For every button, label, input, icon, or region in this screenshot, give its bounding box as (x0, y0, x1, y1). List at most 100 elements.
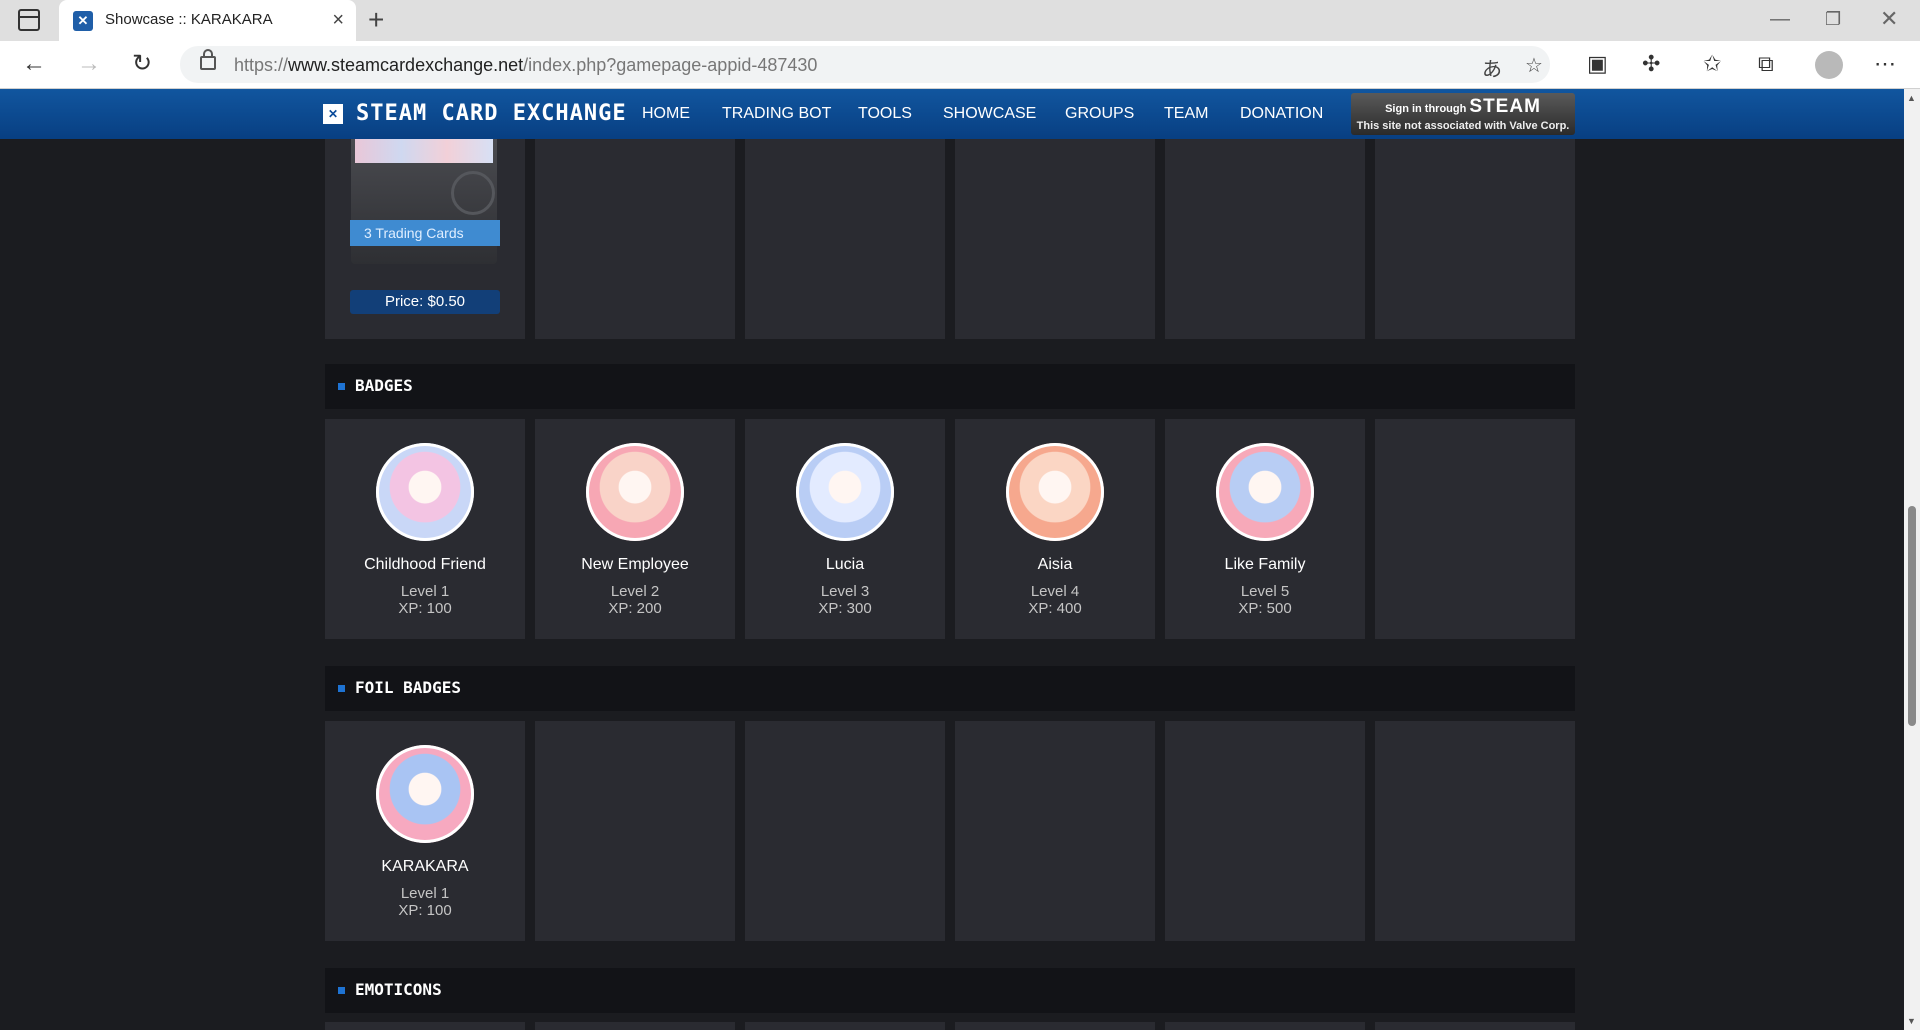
badge-level: Level 1 (400, 885, 450, 902)
restore-icon[interactable]: ❐ (1825, 6, 1841, 32)
badge-card: New Employee Level 2 XP: 200 (535, 419, 735, 639)
empty-cell (535, 139, 735, 339)
badges-section-header: BADGES (325, 364, 1575, 409)
scrollbar-thumb[interactable] (1908, 506, 1916, 726)
badge-level: Level 5 (1240, 583, 1290, 600)
steam-logo-icon (451, 171, 495, 215)
badge-xp: XP: 100 (398, 902, 452, 919)
empty-cell (955, 721, 1155, 941)
foil-badges-section-header: FOIL BADGES (325, 666, 1575, 711)
badge-name: New Employee (581, 556, 689, 573)
badge-image (796, 443, 894, 541)
badge-image (1216, 443, 1314, 541)
url-input[interactable]: https://www.steamcardexchange.net/index.… (180, 46, 1550, 83)
empty-cell (1165, 139, 1365, 339)
empty-cell (745, 139, 945, 339)
nav-tools[interactable]: TOOLS (858, 105, 912, 123)
profile-avatar[interactable] (1815, 51, 1843, 79)
badge-name: KARAKARA (381, 858, 469, 875)
forward-icon[interactable]: → (77, 50, 101, 78)
badge-xp: XP: 500 (1238, 600, 1292, 617)
lock-icon[interactable] (200, 49, 216, 70)
nav-team[interactable]: TEAM (1164, 105, 1208, 123)
extension-app-icon[interactable]: ▣ (1587, 52, 1608, 76)
minimize-icon[interactable]: — (1770, 6, 1790, 32)
url-text[interactable]: https://www.steamcardexchange.net/index.… (234, 55, 817, 76)
section-bullet-icon (338, 987, 345, 994)
empty-cell (1375, 419, 1575, 639)
empty-cell (1375, 1022, 1575, 1030)
badge-xp: XP: 200 (608, 600, 662, 617)
trading-cards-ribbon: 3 Trading Cards (350, 220, 500, 246)
badge-name: Lucia (825, 556, 865, 573)
tab-actions-icon[interactable] (18, 9, 40, 31)
site-logo-icon[interactable]: ✕ (323, 104, 343, 124)
badge-image (376, 443, 474, 541)
empty-cell (1375, 721, 1575, 941)
badge-level: Level 3 (820, 583, 870, 600)
badge-image (1006, 443, 1104, 541)
empty-cell (745, 721, 945, 941)
refresh-icon[interactable]: ↻ (132, 50, 152, 78)
signin-prefix: Sign in through (1385, 103, 1467, 115)
empty-cell (745, 1022, 945, 1030)
empty-cell (1165, 1022, 1365, 1030)
empty-cell (955, 1022, 1155, 1030)
badge-name: Aisia (1037, 556, 1073, 573)
back-icon[interactable]: ← (22, 50, 46, 78)
browser-tab[interactable]: ✕ Showcase :: KARAKARA × (59, 0, 356, 41)
badge-image (586, 443, 684, 541)
badge-level: Level 1 (400, 583, 450, 600)
section-title: EMOTICONS (355, 980, 442, 999)
read-aloud-icon[interactable]: あ (1482, 53, 1502, 82)
add-favorite-icon[interactable]: ☆ (1525, 53, 1543, 78)
empty-cell (325, 1022, 525, 1030)
nav-showcase[interactable]: SHOWCASE (943, 105, 1036, 123)
badge-image (376, 745, 474, 843)
nav-trading-bot[interactable]: TRADING BOT (722, 105, 831, 123)
badge-name: Like Family (1224, 556, 1306, 573)
empty-cell (535, 1022, 735, 1030)
tab-title: Showcase :: KARAKARA (105, 11, 273, 28)
badge-xp: XP: 100 (398, 600, 452, 617)
booster-price: Price: $0.50 (350, 290, 500, 314)
badge-card: Childhood Friend Level 1 XP: 100 (325, 419, 525, 639)
badge-card: Aisia Level 4 XP: 400 (955, 419, 1155, 639)
badge-xp: XP: 300 (818, 600, 872, 617)
site-logo[interactable]: STEAM CARD EXCHANGE (356, 101, 627, 126)
extensions-icon[interactable]: ✣ (1642, 52, 1660, 76)
collections-icon[interactable]: ⧉ (1758, 52, 1774, 76)
empty-cell (535, 721, 735, 941)
nav-groups[interactable]: GROUPS (1065, 105, 1134, 123)
badge-level: Level 4 (1030, 583, 1080, 600)
nav-home[interactable]: HOME (642, 105, 690, 123)
section-bullet-icon (338, 685, 345, 692)
badge-card: Like Family Level 5 XP: 500 (1165, 419, 1365, 639)
empty-cell (955, 139, 1155, 339)
site-favicon-icon: ✕ (73, 11, 93, 31)
nav-donation[interactable]: DONATION (1240, 105, 1323, 123)
scroll-down-icon[interactable]: ▼ (1907, 1016, 1916, 1026)
section-title: BADGES (355, 376, 413, 395)
badge-name: Childhood Friend (364, 556, 486, 573)
signin-note: This site not associated with Valve Corp… (1356, 120, 1570, 132)
favorites-icon[interactable]: ✩ (1703, 52, 1721, 76)
site-header: ✕ STEAM CARD EXCHANGE HOME TRADING BOT T… (0, 89, 1904, 139)
booster-pack-art (355, 139, 493, 163)
empty-cell (1165, 721, 1365, 941)
close-window-icon[interactable]: ✕ (1880, 6, 1898, 32)
badge-level: Level 2 (610, 583, 660, 600)
address-toolbar: ← → ↻ https://www.steamcardexchange.net/… (0, 41, 1920, 89)
close-tab-icon[interactable]: × (332, 8, 344, 32)
new-tab-icon[interactable]: + (368, 4, 384, 36)
badge-card: KARAKARA Level 1 XP: 100 (325, 721, 525, 941)
empty-cell (1375, 139, 1575, 339)
page-scrollbar[interactable]: ▲ ▼ (1904, 89, 1920, 1030)
badge-xp: XP: 400 (1028, 600, 1082, 617)
section-bullet-icon (338, 383, 345, 390)
browser-tabbar: ✕ Showcase :: KARAKARA × + — ❐ ✕ (0, 0, 1920, 41)
steam-signin-button[interactable]: Sign in through STEAM This site not asso… (1351, 93, 1575, 135)
signin-brand: STEAM (1469, 96, 1541, 117)
more-menu-icon[interactable]: ⋯ (1874, 52, 1896, 76)
scroll-up-icon[interactable]: ▲ (1907, 93, 1916, 103)
